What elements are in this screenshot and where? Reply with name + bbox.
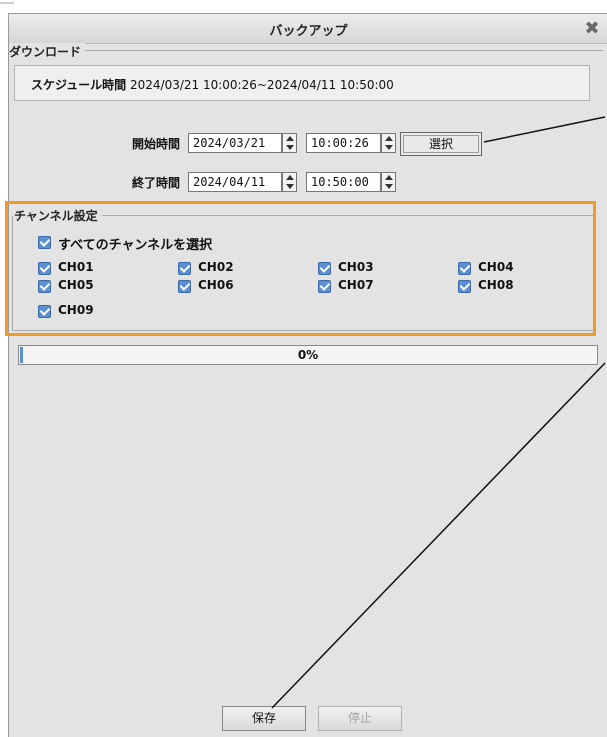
end-date-input[interactable]: 2024/04/11 <box>188 172 282 192</box>
stop-button[interactable]: 停止 <box>318 706 402 731</box>
top-strip <box>0 0 607 10</box>
schedule-label: スケジュール時間 <box>31 78 127 92</box>
end-time-input[interactable]: 10:50:00 <box>306 172 381 192</box>
close-icon[interactable]: ✖ <box>582 19 602 39</box>
ch09-checkbox[interactable] <box>38 305 51 318</box>
spin-up-icon <box>385 136 393 141</box>
spin-down-icon <box>385 184 393 189</box>
ch07-label: CH07 <box>338 278 374 292</box>
start-time-spinner[interactable] <box>381 133 396 153</box>
select-button[interactable]: 選択 <box>400 132 482 156</box>
ch01-label: CH01 <box>58 260 94 274</box>
ch04-checkbox[interactable] <box>458 262 471 275</box>
ch04-label: CH04 <box>478 260 514 274</box>
schedule-range: 2024/03/21 10:00:26~2024/04/11 10:50:00 <box>130 78 394 92</box>
schedule-box: スケジュール時間 2024/03/21 10:00:26~2024/04/11 … <box>14 65 590 101</box>
select-all-checkbox[interactable] <box>38 236 51 249</box>
spin-down-icon <box>286 145 294 150</box>
ch02-label: CH02 <box>198 260 234 274</box>
title-bar: バックアップ ✖ <box>9 14 607 44</box>
schedule-text: スケジュール時間 2024/03/21 10:00:26~2024/04/11 … <box>31 76 394 93</box>
progress-bar: 0% <box>18 345 598 365</box>
spin-down-icon <box>286 184 294 189</box>
ch01-checkbox[interactable] <box>38 262 51 275</box>
ch09-label: CH09 <box>58 303 94 317</box>
start-time-input[interactable]: 10:00:26 <box>306 133 381 153</box>
ch08-checkbox[interactable] <box>458 280 471 293</box>
spin-up-icon <box>286 136 294 141</box>
ch05-checkbox[interactable] <box>38 280 51 293</box>
top-tick <box>0 2 14 4</box>
spin-up-icon <box>385 175 393 180</box>
ch02-checkbox[interactable] <box>178 262 191 275</box>
ch06-checkbox[interactable] <box>178 280 191 293</box>
ch07-checkbox[interactable] <box>318 280 331 293</box>
start-date-input[interactable]: 2024/03/21 <box>188 133 282 153</box>
start-time-label: 開始時間 <box>132 137 181 151</box>
window-title: バックアップ <box>269 24 348 39</box>
download-group-line <box>60 50 603 51</box>
select-all-label: すべてのチャンネルを選択 <box>58 238 213 253</box>
ch06-label: CH06 <box>198 278 234 292</box>
progress-text: 0% <box>297 348 319 362</box>
end-date-spinner[interactable] <box>282 172 297 192</box>
ch05-label: CH05 <box>58 278 94 292</box>
spin-down-icon <box>385 145 393 150</box>
backup-window: バックアップ ✖ <box>8 13 607 737</box>
ch03-label: CH03 <box>338 260 374 274</box>
spin-up-icon <box>286 175 294 180</box>
ch03-checkbox[interactable] <box>318 262 331 275</box>
end-time-spinner[interactable] <box>381 172 396 192</box>
end-time-label: 終了時間 <box>132 176 181 190</box>
ch08-label: CH08 <box>478 278 514 292</box>
save-button[interactable]: 保存 <box>222 706 306 731</box>
download-group-label: ダウンロード <box>9 43 86 60</box>
start-date-spinner[interactable] <box>282 133 297 153</box>
